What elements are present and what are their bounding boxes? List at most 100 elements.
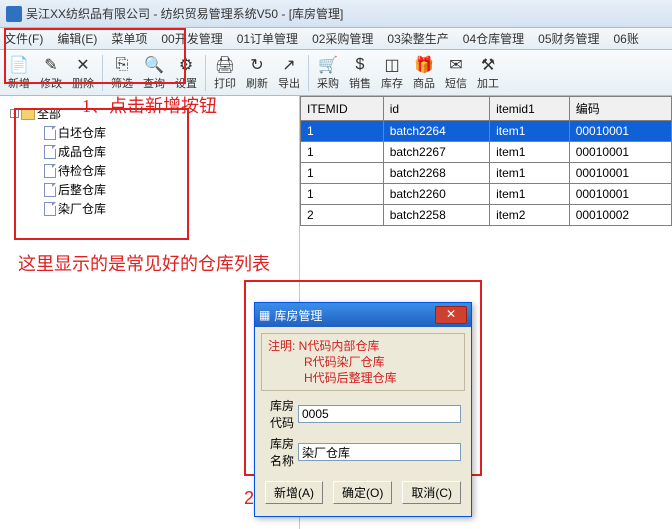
tool-label: 库存 [381, 75, 403, 91]
name-input[interactable] [298, 443, 461, 461]
tool-label: 新增 [8, 75, 30, 91]
cell: 1 [301, 142, 384, 163]
menu-06[interactable]: 06账 [614, 30, 639, 47]
menu-item[interactable]: 菜单项 [111, 30, 147, 47]
tool-刷新[interactable]: ↻刷新 [242, 52, 272, 94]
tool-库存[interactable]: ◫库存 [377, 52, 407, 94]
cell: 00010001 [569, 163, 671, 184]
cell: batch2260 [383, 184, 489, 205]
tool-筛选[interactable]: ⎘筛选 [107, 52, 137, 94]
cell: item1 [490, 163, 570, 184]
tree-item-label: 白坯仓库 [58, 124, 106, 141]
menu-02[interactable]: 02采购管理 [312, 30, 373, 47]
cell: 2 [301, 205, 384, 226]
menu-01[interactable]: 01订单管理 [237, 30, 298, 47]
tool-短信[interactable]: ✉短信 [441, 52, 471, 94]
tool-商品[interactable]: 🎁商品 [409, 52, 439, 94]
menu-04[interactable]: 04仓库管理 [463, 30, 524, 47]
tree-item-label: 染厂仓库 [58, 200, 106, 217]
tree-root-label: 全部 [37, 105, 61, 122]
tree-item[interactable]: 后整仓库 [4, 180, 295, 199]
annotation-text-1: 1、点击新增按钮 [82, 92, 217, 118]
tree-item[interactable]: 染厂仓库 [4, 199, 295, 218]
menu-file[interactable]: 文件(F) [4, 30, 43, 47]
cell: 1 [301, 163, 384, 184]
cancel-button[interactable]: 取消(C) [402, 481, 461, 504]
tool-新增[interactable]: 📄新增 [4, 52, 34, 94]
cell: batch2264 [383, 121, 489, 142]
cell: 1 [301, 121, 384, 142]
tool-label: 查询 [143, 75, 165, 91]
table-row[interactable]: 1batch2267item100010001 [301, 142, 672, 163]
tool-加工[interactable]: ⚒加工 [473, 52, 503, 94]
tool-采购[interactable]: 🛒采购 [313, 52, 343, 94]
menu-03[interactable]: 03染整生产 [387, 30, 448, 47]
document-icon [44, 183, 56, 197]
cell: item1 [490, 121, 570, 142]
tree-item-label: 待检仓库 [58, 162, 106, 179]
code-label: 库房代码 [265, 397, 294, 431]
tree-item[interactable]: 成品仓库 [4, 142, 295, 161]
menu-05[interactable]: 05财务管理 [538, 30, 599, 47]
table-row[interactable]: 1batch2260item100010001 [301, 184, 672, 205]
cell: 1 [301, 184, 384, 205]
tool-label: 删除 [72, 75, 94, 91]
tool-销售[interactable]: $销售 [345, 52, 375, 94]
table-row[interactable]: 2batch2258item200010002 [301, 205, 672, 226]
cell: item1 [490, 142, 570, 163]
add-button[interactable]: 新增(A) [265, 481, 323, 504]
查询-icon: 🔍 [144, 55, 164, 75]
dialog-icon: ▦ [259, 308, 270, 322]
app-icon [6, 6, 22, 22]
col-header[interactable]: 编码 [569, 97, 671, 121]
cell: 00010001 [569, 121, 671, 142]
cell: item2 [490, 205, 570, 226]
cell: batch2267 [383, 142, 489, 163]
titlebar: 吴江XX纺织品有限公司 - 纺织贸易管理系统V50 - [库房管理] [0, 0, 672, 28]
tree-item[interactable]: 待检仓库 [4, 161, 295, 180]
tool-设置[interactable]: ⚙设置 [171, 52, 201, 94]
tool-导出[interactable]: ↗导出 [274, 52, 304, 94]
tool-删除[interactable]: ✕删除 [68, 52, 98, 94]
cell: 00010001 [569, 142, 671, 163]
note-line-r: R代码染厂仓库 [268, 354, 458, 370]
close-icon[interactable]: ✕ [435, 306, 467, 324]
新增-icon: 📄 [9, 55, 29, 75]
ok-button[interactable]: 确定(O) [333, 481, 392, 504]
cell: item1 [490, 184, 570, 205]
menu-edit[interactable]: 编辑(E) [57, 30, 97, 47]
加工-icon: ⚒ [478, 55, 498, 75]
menubar: 文件(F) 编辑(E) 菜单项 00开发管理 01订单管理 02采购管理 03染… [0, 28, 672, 50]
tool-打印[interactable]: 🖨打印 [210, 52, 240, 94]
menu-00[interactable]: 00开发管理 [161, 30, 222, 47]
dialog-titlebar[interactable]: ▦ 库房管理 ✕ [255, 303, 471, 327]
tool-label: 修改 [40, 75, 62, 91]
cell: batch2258 [383, 205, 489, 226]
tool-修改[interactable]: ✎修改 [36, 52, 66, 94]
商品-icon: 🎁 [414, 55, 434, 75]
data-table: ITEMIDiditemid1编码 1batch2264item10001000… [300, 96, 672, 226]
tool-label: 销售 [349, 75, 371, 91]
col-header[interactable]: itemid1 [490, 97, 570, 121]
tool-label: 导出 [278, 75, 300, 91]
table-row[interactable]: 1batch2264item100010001 [301, 121, 672, 142]
tool-查询[interactable]: 🔍查询 [139, 52, 169, 94]
col-header[interactable]: ITEMID [301, 97, 384, 121]
cell: batch2268 [383, 163, 489, 184]
导出-icon: ↗ [279, 55, 299, 75]
collapse-icon[interactable]: - [10, 109, 19, 118]
tool-label: 筛选 [111, 75, 133, 91]
code-input[interactable] [298, 405, 461, 423]
cell: 00010002 [569, 205, 671, 226]
采购-icon: 🛒 [318, 55, 338, 75]
tree-item[interactable]: 白坯仓库 [4, 123, 295, 142]
col-header[interactable]: id [383, 97, 489, 121]
toolbar: 📄新增✎修改✕删除⎘筛选🔍查询⚙设置🖨打印↻刷新↗导出🛒采购$销售◫库存🎁商品✉… [0, 50, 672, 96]
tool-label: 打印 [214, 75, 236, 91]
短信-icon: ✉ [446, 55, 466, 75]
tool-label: 加工 [477, 75, 499, 91]
刷新-icon: ↻ [247, 55, 267, 75]
tool-label: 采购 [317, 75, 339, 91]
warehouse-dialog: ▦ 库房管理 ✕ 注明: N代码内部仓库 R代码染厂仓库 H代码后整理仓库 库房… [254, 302, 472, 517]
table-row[interactable]: 1batch2268item100010001 [301, 163, 672, 184]
